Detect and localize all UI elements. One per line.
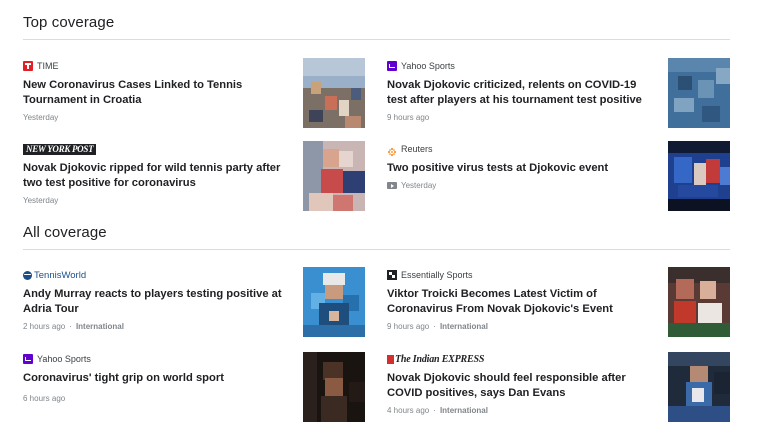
article-region: International [75, 322, 124, 331]
article-card[interactable]: TIME New Coronavirus Cases Linked to Ten… [23, 59, 285, 122]
meta-separator: · [433, 322, 436, 331]
article-meta: Yesterday [23, 196, 285, 205]
article-thumbnail[interactable] [668, 267, 730, 337]
article-thumbnail[interactable] [303, 141, 365, 211]
section-title-top-coverage: Top coverage [23, 14, 115, 31]
essentially-sports-logo-icon [387, 270, 397, 280]
article-meta: 6 hours ago [23, 394, 285, 403]
yahoo-logo-icon [23, 354, 33, 364]
article-card[interactable]: The Indian EXPRESS Novak Djokovic should… [387, 352, 649, 415]
article-headline[interactable]: Novak Djokovic criticized, relents on CO… [387, 78, 649, 108]
article-meta: 4 hours ago · International [387, 406, 649, 415]
source-name[interactable]: Reuters [401, 144, 433, 154]
article-headline[interactable]: Two positive virus tests at Djokovic eve… [387, 161, 649, 176]
meta-separator: · [69, 322, 72, 331]
reuters-logo-icon [387, 144, 397, 156]
source-row: NEW YORK POST [23, 142, 285, 156]
source-row: Yahoo Sports [23, 352, 285, 366]
article-card[interactable]: TennisWorld Andy Murray reacts to player… [23, 268, 285, 331]
article-meta: 9 hours ago [387, 113, 649, 122]
article-time: 4 hours ago [387, 406, 430, 415]
article-thumbnail[interactable] [668, 352, 730, 422]
source-row: TIME [23, 59, 285, 73]
tennisworld-logo-icon [23, 270, 32, 280]
article-headline[interactable]: New Coronavirus Cases Linked to Tennis T… [23, 78, 285, 108]
article-region: International [439, 406, 488, 415]
article-card[interactable]: Yahoo Sports Novak Djokovic criticized, … [387, 59, 649, 122]
source-row: The Indian EXPRESS [387, 352, 649, 366]
article-card[interactable]: Reuters Two positive virus tests at Djok… [387, 142, 649, 190]
article-headline[interactable]: Novak Djokovic should feel responsible a… [387, 371, 649, 401]
section-divider [23, 39, 730, 40]
article-time: Yesterday [23, 196, 59, 205]
article-thumbnail[interactable] [303, 352, 365, 422]
source-name[interactable]: TIME [37, 61, 59, 71]
article-meta: Yesterday [387, 181, 649, 190]
article-card[interactable]: Essentially Sports Viktor Troicki Become… [387, 268, 649, 331]
article-region: International [439, 322, 488, 331]
source-row: Reuters [387, 142, 649, 156]
article-thumbnail[interactable] [303, 58, 365, 128]
source-row: TennisWorld [23, 268, 285, 282]
article-thumbnail[interactable] [668, 58, 730, 128]
source-name[interactable]: Essentially Sports [401, 270, 473, 280]
article-card[interactable]: NEW YORK POST Novak Djokovic ripped for … [23, 142, 285, 205]
source-row: Yahoo Sports [387, 59, 649, 73]
source-name[interactable]: The Indian EXPRESS [395, 354, 484, 365]
source-row: Essentially Sports [387, 268, 649, 282]
article-time: 9 hours ago [387, 322, 430, 331]
source-name[interactable]: Yahoo Sports [401, 61, 455, 71]
source-name[interactable]: Yahoo Sports [37, 354, 91, 364]
article-meta: 2 hours ago · International [23, 322, 285, 331]
source-name[interactable]: NEW YORK POST [23, 143, 97, 155]
article-card[interactable]: Yahoo Sports Coronavirus' tight grip on … [23, 352, 285, 403]
article-meta: 9 hours ago · International [387, 322, 649, 331]
article-headline[interactable]: Novak Djokovic ripped for wild tennis pa… [23, 161, 285, 191]
section-divider [23, 249, 730, 250]
article-thumbnail[interactable] [303, 267, 365, 337]
meta-separator: · [433, 406, 436, 415]
video-icon [387, 182, 397, 189]
indian-express-logo-icon [387, 354, 394, 364]
time-logo-icon [23, 61, 33, 71]
section-title-all-coverage: All coverage [23, 224, 107, 241]
article-headline[interactable]: Viktor Troicki Becomes Latest Victim of … [387, 287, 649, 317]
article-time: 6 hours ago [23, 394, 66, 403]
article-time: Yesterday [401, 181, 437, 190]
article-headline[interactable]: Coronavirus' tight grip on world sport [23, 371, 285, 386]
article-time: Yesterday [23, 113, 59, 122]
yahoo-logo-icon [387, 61, 397, 71]
source-name[interactable]: TennisWorld [34, 270, 86, 281]
article-time: 9 hours ago [387, 113, 430, 122]
article-headline[interactable]: Andy Murray reacts to players testing po… [23, 287, 285, 317]
article-thumbnail[interactable] [668, 141, 730, 211]
article-meta: Yesterday [23, 113, 285, 122]
article-time: 2 hours ago [23, 322, 66, 331]
